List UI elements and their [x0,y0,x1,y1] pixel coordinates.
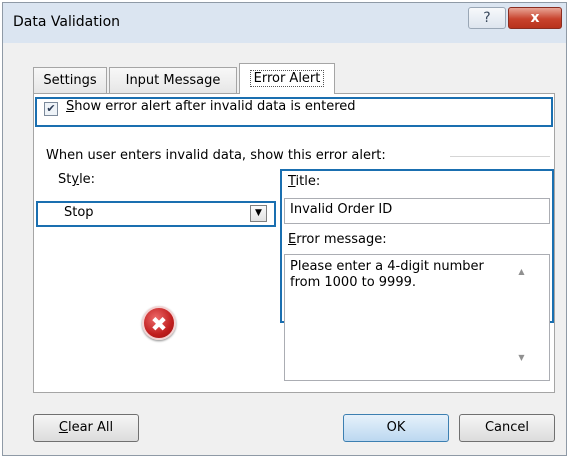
tab-error-alert[interactable]: Error Alert [239,63,335,94]
show-alert-checkbox[interactable]: ✔ [44,102,58,116]
data-validation-dialog: Data Validation ? x Settings Input Messa… [2,2,567,456]
error-message-textarea[interactable]: Please enter a 4-digit number from 1000 … [284,254,550,381]
scroll-up-icon[interactable]: ▲ [515,265,528,278]
help-icon: ? [483,10,491,26]
clear-all-button[interactable]: Clear All [33,414,139,442]
ok-button[interactable]: OK [343,414,449,442]
title-bar: Data Validation ? x [3,3,566,43]
chevron-down-icon[interactable]: ▼ [250,205,267,222]
tab-input-message[interactable]: Input Message [109,67,237,93]
tab-settings[interactable]: Settings [33,67,107,93]
scroll-down-icon[interactable]: ▼ [515,351,528,364]
error-message-label: Error message: [288,232,387,247]
title-input[interactable]: Invalid Order ID [284,198,550,224]
show-alert-label[interactable]: Show error alert after invalid data is e… [66,99,356,114]
cancel-button[interactable]: Cancel [459,414,555,442]
close-icon: x [530,10,540,26]
stop-error-icon: ✖ [142,306,176,340]
dialog-title: Data Validation [13,14,121,30]
style-label: Style: [58,172,96,187]
group-divider [450,156,550,157]
title-label: Title: [288,174,321,189]
style-value: Stop [64,205,94,220]
error-alert-panel: ✔ Show error alert after invalid data is… [33,93,555,393]
style-dropdown[interactable]: Stop ▼ [36,201,276,227]
help-button[interactable]: ? [468,7,506,29]
error-message-text: Please enter a 4-digit number from 1000 … [290,259,484,290]
group-caption: When user enters invalid data, show this… [46,148,386,163]
close-button[interactable]: x [508,7,562,29]
